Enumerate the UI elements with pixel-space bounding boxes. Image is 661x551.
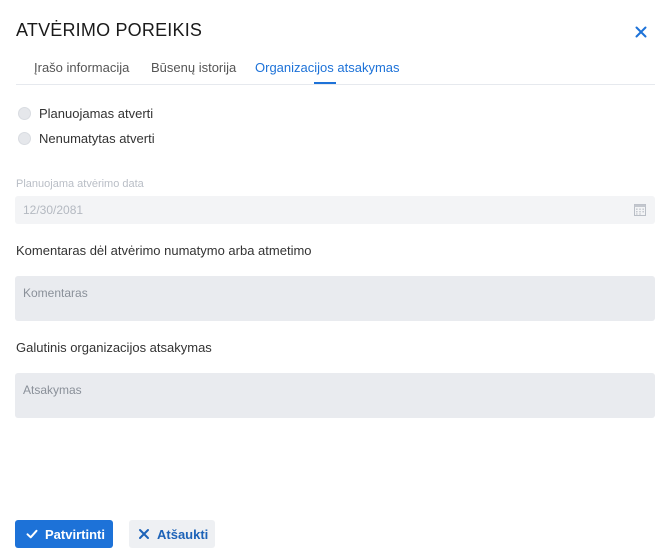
date-value: 12/30/2081	[23, 203, 84, 217]
date-field-label: Planuojama atvėrimo data	[16, 178, 144, 190]
cancel-button[interactable]: Atšaukti	[129, 520, 215, 548]
answer-placeholder: Atsakymas	[23, 383, 82, 397]
cancel-button-label: Atšaukti	[157, 526, 209, 542]
calendar-icon[interactable]	[634, 203, 646, 216]
confirm-button[interactable]: Patvirtinti	[15, 520, 113, 548]
confirm-button-label: Patvirtinti	[45, 526, 105, 542]
radio-not-planned-to-open[interactable]: Nenumatytas atverti	[18, 131, 155, 146]
answer-textarea[interactable]: Atsakymas	[15, 373, 655, 418]
comment-placeholder: Komentaras	[23, 286, 88, 300]
dialog-title: ATVĖRIMO POREIKIS	[16, 20, 203, 40]
active-tab-indicator	[314, 82, 336, 84]
tab-status-history[interactable]: Būsenų istorija	[151, 60, 236, 75]
close-icon	[138, 528, 150, 540]
check-icon	[26, 528, 38, 540]
radio-button[interactable]	[18, 132, 31, 145]
tab-record-info[interactable]: Įrašo informacija	[34, 60, 129, 75]
radio-label: Planuojamas atverti	[39, 106, 154, 121]
comment-label: Komentaras dėl atvėrimo numatymo arba at…	[16, 243, 312, 258]
radio-button[interactable]	[18, 107, 31, 120]
close-icon[interactable]	[633, 24, 649, 40]
date-field[interactable]: 12/30/2081	[15, 196, 655, 224]
answer-label: Galutinis organizacijos atsakymas	[16, 340, 212, 355]
radio-label: Nenumatytas atverti	[39, 131, 155, 146]
tab-organization-response[interactable]: Organizacijos atsakymas	[255, 60, 400, 75]
radio-planned-to-open[interactable]: Planuojamas atverti	[18, 106, 153, 121]
comment-textarea[interactable]: Komentaras	[15, 276, 655, 321]
